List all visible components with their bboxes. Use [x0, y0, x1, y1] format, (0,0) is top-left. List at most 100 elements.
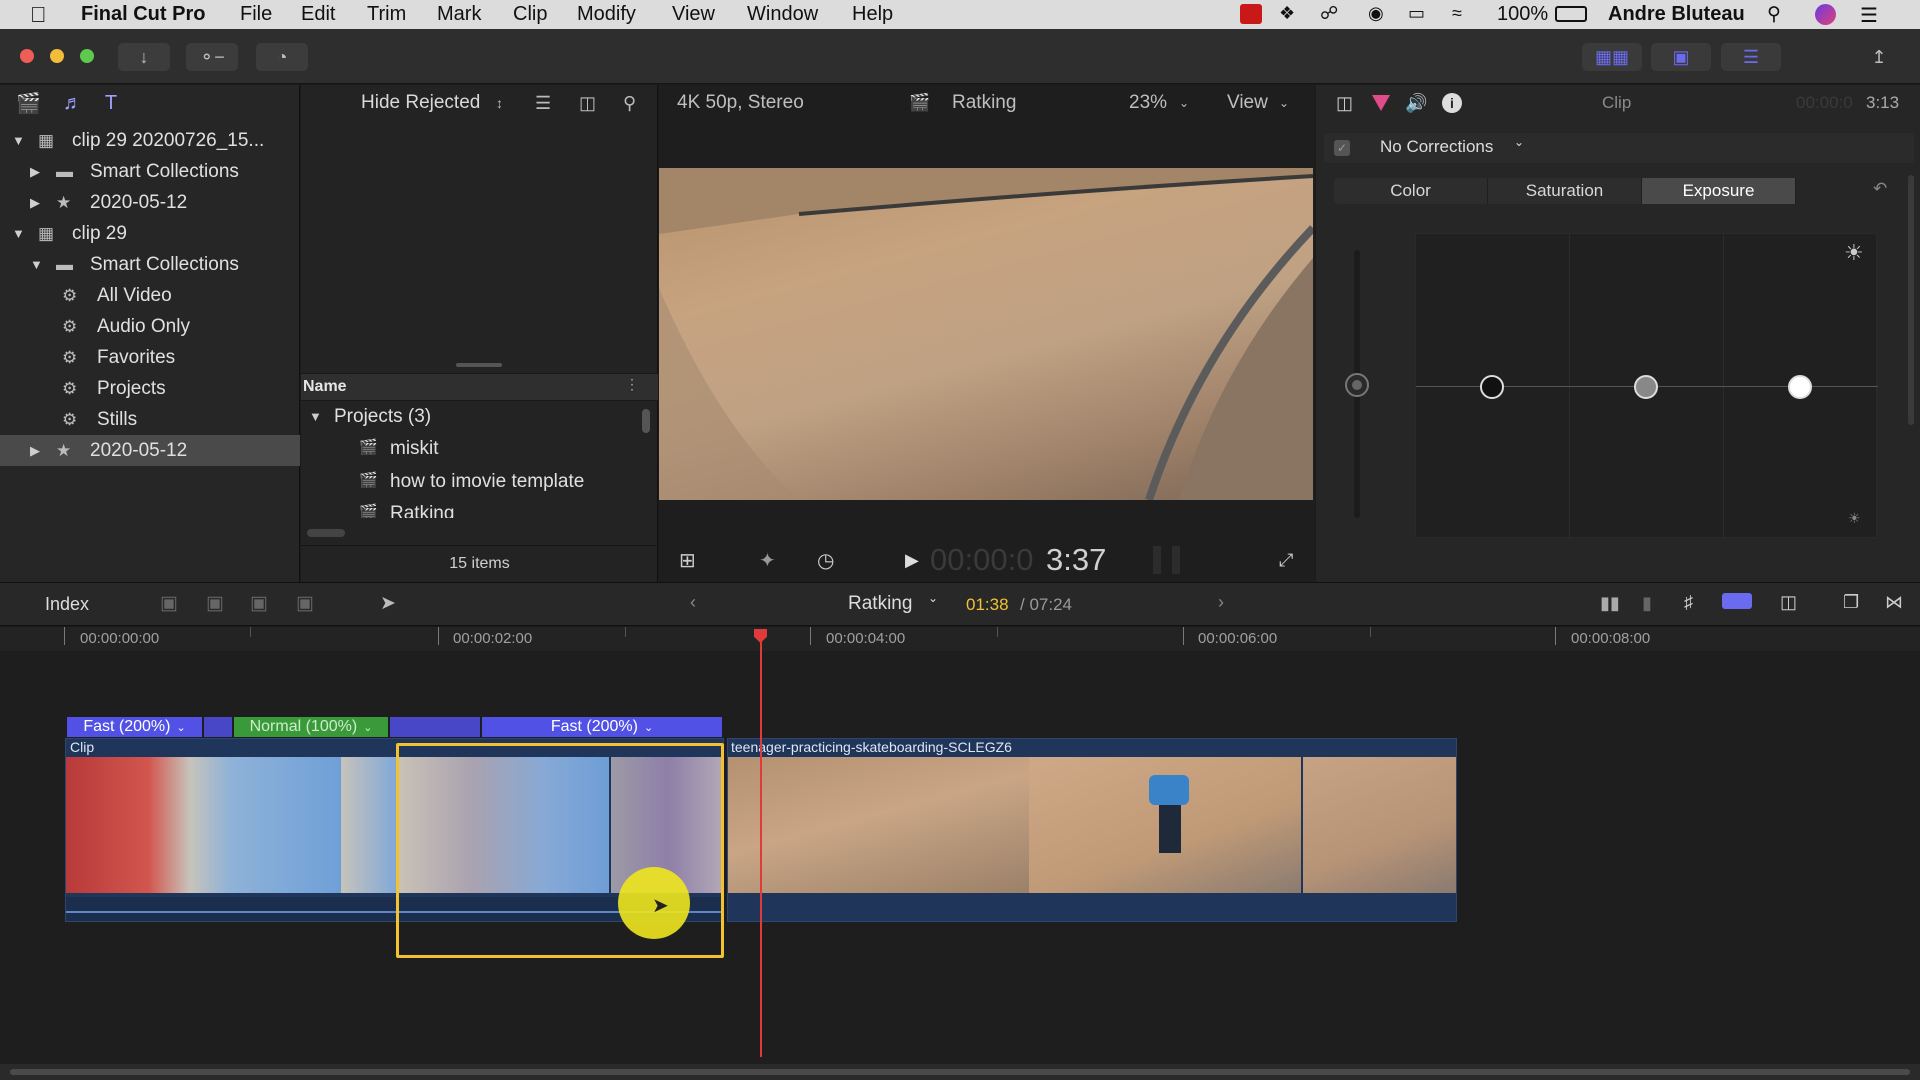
menu-mark[interactable]: Mark	[437, 3, 481, 26]
audio-inspector-icon[interactable]: 🔊	[1405, 93, 1427, 114]
show-timeline-button[interactable]: ▣	[1651, 43, 1711, 71]
snapping-icon[interactable]	[1722, 593, 1752, 609]
clip-skateboarding[interactable]: teenager-practicing-skateboarding-SCLEGZ…	[727, 738, 1457, 922]
video-frame[interactable]	[659, 168, 1313, 500]
chevron-updown-icon[interactable]: ↕	[496, 95, 503, 111]
speed-transition[interactable]	[390, 717, 480, 737]
sidebar-item-smart-collections[interactable]: ▶ ▬ Smart Collections	[0, 156, 300, 187]
wifi-icon[interactable]: ≈	[1452, 3, 1462, 24]
menu-trim[interactable]: Trim	[367, 3, 406, 26]
timeline-scrollbar[interactable]	[0, 1064, 1920, 1080]
speed-segment-fast[interactable]: Fast (200%) ⌄	[67, 717, 202, 737]
reset-icon[interactable]: ↶	[1873, 179, 1887, 199]
menu-window[interactable]: Window	[747, 3, 818, 26]
timeline-project-popup[interactable]: Ratking	[848, 593, 912, 615]
horizontal-scrollbar[interactable]	[307, 529, 345, 537]
apple-icon[interactable]: 	[30, 2, 47, 28]
connect-clip-icon[interactable]: ▣	[160, 592, 178, 615]
info-inspector-icon[interactable]: i	[1442, 93, 1462, 113]
menu-file[interactable]: File	[240, 3, 272, 26]
resize-handle[interactable]	[456, 363, 502, 367]
corrections-popup[interactable]: No Corrections	[1380, 137, 1493, 157]
airplay-icon[interactable]: ▭	[1408, 3, 1425, 24]
disclosure-open-icon[interactable]: ▼	[30, 257, 43, 272]
disclosure-open-icon[interactable]: ▼	[12, 226, 25, 241]
sidebar-item-clip-29-20200726-15[interactable]: ▼ ▦ clip 29 20200726_15...	[0, 125, 300, 156]
list-item[interactable]: Ratking	[390, 503, 454, 518]
timeline[interactable]: 00:00:00:00 00:00:02:00 00:00:04:00 00:0…	[0, 627, 1920, 1080]
projects-group[interactable]: Projects (3)	[334, 406, 431, 428]
sidebar-item-clip-29[interactable]: ▼ ▦ clip 29	[0, 218, 300, 249]
sidebar-item-2020-05-12[interactable]: ▶ ★ 2020-05-12	[0, 187, 300, 218]
creative-cloud-icon[interactable]: ☍	[1320, 3, 1338, 24]
siri-icon[interactable]	[1815, 4, 1836, 25]
chevron-down-icon[interactable]: ⌄	[644, 721, 653, 734]
sidebar-item-audio-only[interactable]: ⚙ Audio Only	[0, 311, 300, 342]
menu-view[interactable]: View	[672, 3, 715, 26]
vertical-scrollbar[interactable]	[642, 409, 650, 433]
menu-clip[interactable]: Clip	[513, 3, 547, 26]
titles-generators-tab-icon[interactable]: T	[105, 92, 117, 115]
playhead[interactable]	[760, 632, 762, 1057]
dropbox-icon[interactable]: ❖	[1279, 3, 1295, 24]
sidebar-item-stills[interactable]: ⚙ Stills	[0, 404, 300, 435]
search-icon[interactable]: ⚲	[623, 93, 636, 114]
timeline-ruler[interactable]: 00:00:00:00 00:00:02:00 00:00:04:00 00:0…	[0, 627, 1920, 651]
highlights-puck[interactable]	[1788, 375, 1812, 399]
master-puck[interactable]	[1345, 373, 1369, 397]
back-icon[interactable]: ‹	[690, 592, 696, 613]
index-button[interactable]: Index	[45, 594, 89, 615]
record-icon[interactable]	[1240, 4, 1262, 24]
disclosure-open-icon[interactable]: ▼	[309, 409, 322, 424]
menu-edit[interactable]: Edit	[301, 3, 335, 26]
play-button[interactable]: ▶	[905, 550, 919, 571]
list-item[interactable]: how to imovie template	[390, 471, 584, 493]
user-name[interactable]: Andre Bluteau	[1608, 3, 1745, 26]
filmstrip-view-icon[interactable]: ◫	[579, 93, 596, 114]
chevron-down-icon[interactable]: ⌄	[176, 721, 185, 734]
disclosure-open-icon[interactable]: ▼	[12, 133, 25, 148]
select-tool-icon[interactable]: ➤	[380, 592, 396, 615]
transform-icon[interactable]: ⊞	[679, 548, 696, 573]
list-view-icon[interactable]: ☰	[535, 93, 551, 114]
name-column-header[interactable]: Name	[303, 378, 347, 396]
menu-modify[interactable]: Modify	[577, 3, 636, 26]
speed-segment-normal[interactable]: Normal (100%) ⌄	[234, 717, 388, 737]
speed-transition[interactable]	[204, 717, 232, 737]
chevron-down-icon[interactable]: ⌄	[363, 721, 372, 734]
filter-popup[interactable]: Hide Rejected	[361, 92, 480, 114]
disclosure-closed-icon[interactable]: ▶	[30, 195, 40, 211]
disclosure-closed-icon[interactable]: ▶	[30, 443, 40, 459]
zoom-popup[interactable]: 23%	[1129, 92, 1167, 114]
overwrite-clip-icon[interactable]: ▣	[296, 592, 314, 615]
video-only-icon[interactable]: ▮▮	[1600, 593, 1620, 614]
disclosure-closed-icon[interactable]: ▶	[30, 164, 40, 180]
chevron-down-icon[interactable]: ⌄	[1179, 96, 1189, 110]
enhance-icon[interactable]: ✦	[759, 548, 776, 573]
append-clip-icon[interactable]: ▣	[250, 592, 268, 615]
sidebar-item-smart-collections[interactable]: ▼ ▬ Smart Collections	[0, 249, 300, 280]
insert-clip-icon[interactable]: ▣	[206, 592, 224, 615]
keywords-button[interactable]: ⚬−	[186, 43, 238, 71]
view-popup[interactable]: View	[1227, 92, 1268, 114]
menu-help[interactable]: Help	[852, 3, 893, 26]
app-menu[interactable]: Final Cut Pro	[81, 3, 205, 26]
libraries-tab-icon[interactable]: 🎬	[16, 91, 41, 116]
background-tasks-button[interactable]: ◔	[256, 43, 308, 71]
column-options-icon[interactable]: ⋮	[625, 376, 639, 393]
retime-icon[interactable]: ◷	[817, 548, 834, 573]
sidebar-item-projects[interactable]: ⚙ Projects	[0, 373, 300, 404]
battery-icon[interactable]	[1555, 6, 1587, 22]
show-inspector-button[interactable]: ☰	[1721, 43, 1781, 71]
zoom-window-button[interactable]	[80, 49, 94, 63]
forward-icon[interactable]: ›	[1218, 592, 1224, 613]
notification-center-icon[interactable]: ☰	[1860, 3, 1878, 28]
video-inspector-icon[interactable]: ◫	[1336, 93, 1353, 114]
close-window-button[interactable]	[20, 49, 34, 63]
tab-color[interactable]: Color	[1334, 178, 1488, 204]
tab-saturation[interactable]: Saturation	[1488, 178, 1642, 204]
headphones-icon[interactable]: ♯	[1684, 592, 1693, 613]
lock-icon[interactable]: ◉	[1368, 3, 1384, 24]
search-icon[interactable]: ⚲	[1767, 3, 1781, 26]
show-browser-button[interactable]: ▦▦	[1582, 43, 1642, 71]
